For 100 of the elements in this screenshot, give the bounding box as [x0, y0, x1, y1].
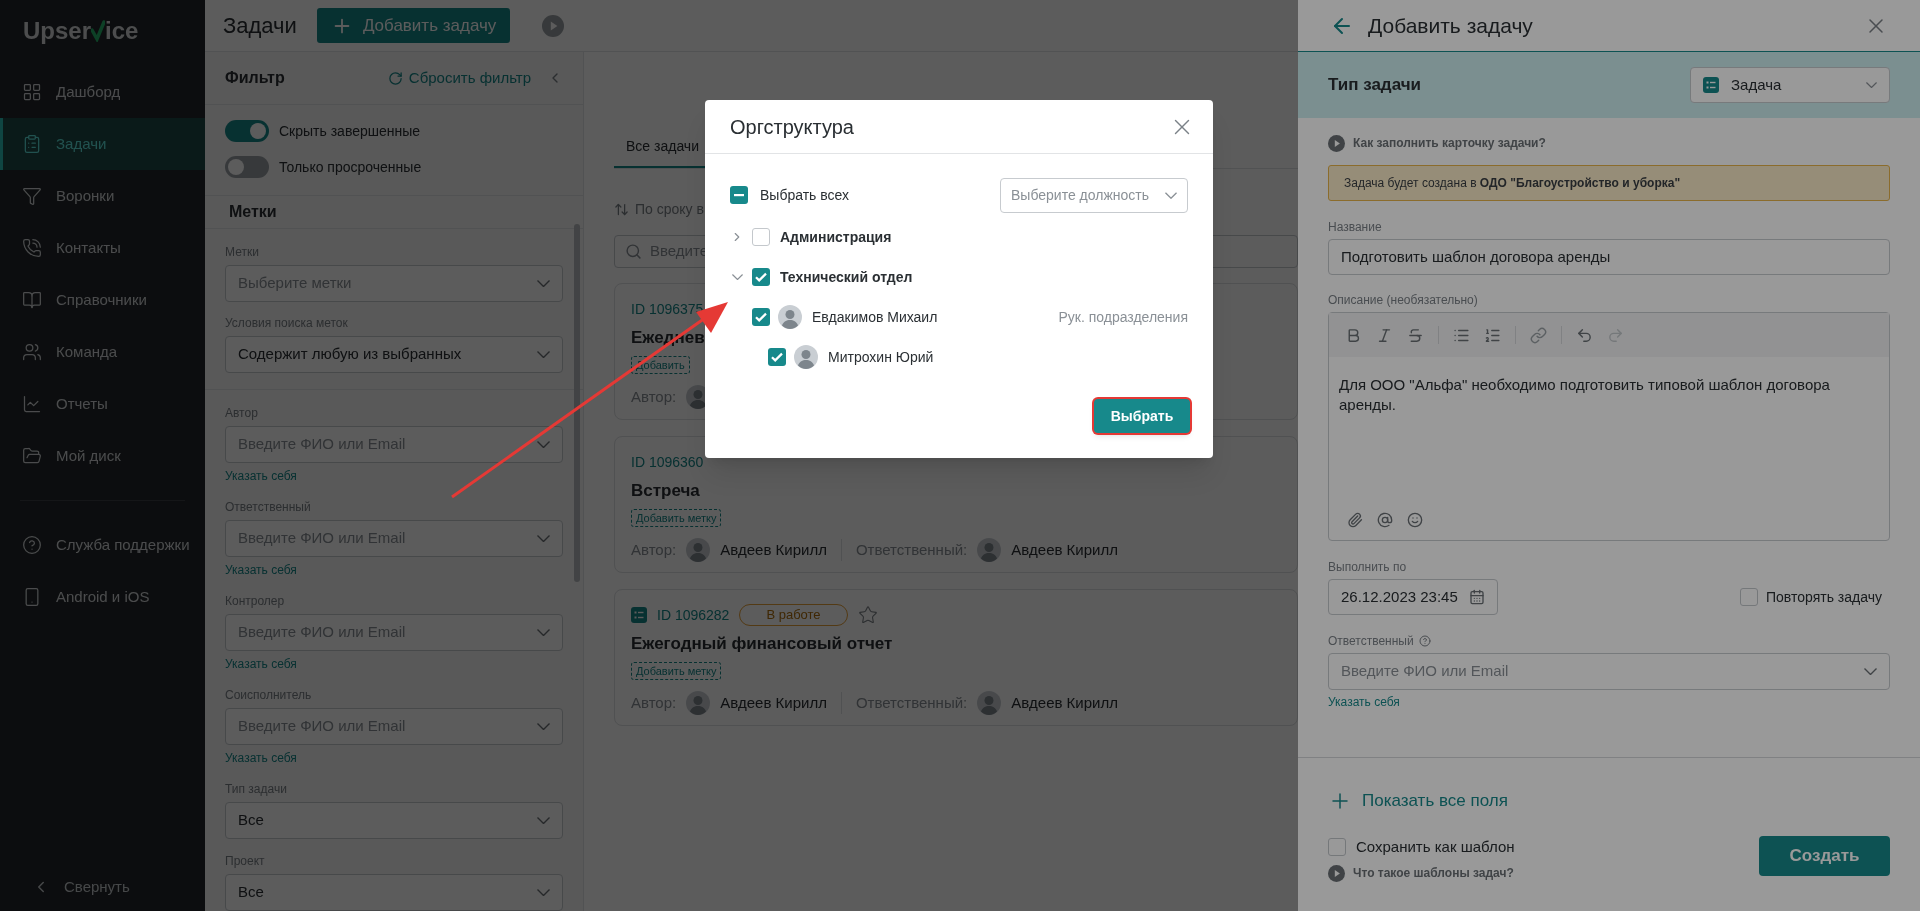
- chevron-down-icon: [537, 889, 550, 896]
- reset-icon: [387, 70, 403, 86]
- checkbox[interactable]: [768, 348, 786, 366]
- field-label: Название: [1328, 219, 1383, 236]
- nav-icon: [22, 394, 42, 414]
- task-title[interactable]: Встреча: [631, 478, 1281, 504]
- format-icon[interactable]: [1376, 326, 1393, 344]
- add-task-button[interactable]: Добавить задачу: [316, 8, 511, 43]
- nav-icon: [22, 186, 42, 206]
- notice: Задача будет создана в ОДО "Благоустройство и уборка": [1328, 165, 1890, 201]
- task-id: ID 1096282: [657, 605, 730, 625]
- field-label: Выполнить по: [1328, 559, 1408, 576]
- mention-icon[interactable]: [1377, 512, 1393, 528]
- toggle-switch[interactable]: [225, 156, 269, 178]
- link-icon[interactable]: [1530, 326, 1547, 344]
- name-field[interactable]: Подготовить шаблон договора аренды: [1328, 239, 1890, 275]
- star-icon[interactable]: [857, 605, 878, 625]
- help-link[interactable]: Что такое шаблоны задач?: [1353, 864, 1514, 882]
- format-icon[interactable]: [1407, 326, 1424, 344]
- avatar-icon: [778, 305, 802, 329]
- create-button[interactable]: Создать: [1759, 835, 1890, 876]
- checkbox[interactable]: [1328, 837, 1346, 856]
- avatar-icon: [977, 691, 1002, 715]
- scrollbar[interactable]: [574, 224, 580, 582]
- position-select[interactable]: Выберите должность: [1000, 177, 1188, 213]
- select-field[interactable]: Все: [225, 874, 563, 911]
- chevron-down-icon: [1866, 82, 1877, 88]
- list-icon[interactable]: [1484, 326, 1501, 344]
- sort-icon: [614, 201, 629, 217]
- drawer-title: Добавить задачу: [1368, 12, 1534, 39]
- task-id: ID 1096375: [631, 299, 704, 319]
- department-name: Технический отдел: [780, 267, 914, 287]
- task-type-select[interactable]: Задача: [1690, 67, 1890, 103]
- employee-name: Митрохин Юрий: [828, 347, 935, 367]
- avatar-icon: [686, 538, 711, 562]
- help-link[interactable]: Как заполнить карточку задачи?: [1353, 134, 1546, 152]
- undo-icon[interactable]: [1576, 326, 1593, 344]
- checkbox[interactable]: [752, 268, 770, 286]
- select-field[interactable]: Все: [225, 802, 563, 839]
- responsible-name: Авдеев Кирилл: [1011, 539, 1118, 560]
- avatar-icon: [977, 538, 1002, 562]
- toggle-label: Только просроченные: [279, 157, 422, 177]
- nav-icon: [22, 446, 42, 466]
- checkbox[interactable]: [752, 308, 770, 326]
- avatar-icon: [686, 691, 711, 715]
- date-field[interactable]: 26.12.2023 23:45: [1328, 579, 1498, 615]
- assign-self-link[interactable]: Указать себя: [225, 655, 297, 673]
- avatar-icon: [794, 345, 818, 369]
- play-icon[interactable]: [542, 14, 565, 37]
- checkbox[interactable]: [1740, 588, 1758, 606]
- help-icon[interactable]: [1418, 635, 1431, 647]
- add-tag-button[interactable]: Добавить метку: [631, 508, 722, 527]
- checkbox[interactable]: [752, 228, 770, 246]
- task-id: ID 1096360: [631, 452, 704, 472]
- chevron-down-icon: [1864, 668, 1877, 675]
- nav-icon: [22, 342, 42, 362]
- responsible-name: Авдеев Кирилл: [1011, 692, 1118, 713]
- assign-self-link[interactable]: Указать себя: [225, 749, 297, 767]
- nav-icon: [22, 82, 42, 102]
- assign-self-link[interactable]: Указать себя: [1328, 693, 1400, 711]
- select-all-label: Выбрать всех: [760, 185, 850, 205]
- description-text: Для ООО "Альфа" необходимо подготовить типовой шаблон договора аренды.: [1338, 375, 1831, 415]
- chevron-down-icon: [537, 629, 550, 636]
- description-editor[interactable]: Для ООО "Альфа" необходимо подготовить типовой шаблон договора аренды.: [1328, 312, 1890, 541]
- play-icon[interactable]: [1328, 134, 1345, 152]
- checkbox[interactable]: [730, 186, 748, 204]
- nav-icon: [22, 290, 42, 310]
- nav-icon: [22, 238, 42, 258]
- add-tag-button[interactable]: Добавить метку: [631, 661, 722, 680]
- attach-icon[interactable]: [1347, 512, 1363, 528]
- field-label: Описание (необязательно): [1328, 292, 1479, 309]
- show-all-fields-link[interactable]: Показать все поля: [1362, 788, 1508, 814]
- author-name: Авдеев Кирилл: [720, 692, 827, 713]
- chevron-down-icon: [537, 817, 550, 824]
- save-template-label: Сохранить как шаблон: [1356, 836, 1515, 857]
- logo[interactable]: Upser ice: [0, 0, 205, 62]
- author-name: Авдеев Кирилл: [720, 539, 827, 560]
- toggle-label: Скрыть завершенные: [279, 121, 421, 141]
- employee-name: Евдакимов Михаил: [812, 307, 939, 327]
- chevron-down-icon: [537, 723, 550, 730]
- select-field[interactable]: Содержит любую из выбранных: [225, 336, 563, 373]
- dialog-title: Оргструктура: [730, 114, 854, 140]
- nav-icon: [22, 535, 42, 555]
- task-type-label: Тип задачи: [1328, 74, 1421, 97]
- assign-self-link[interactable]: Указать себя: [225, 561, 297, 579]
- search-icon: [625, 243, 642, 260]
- play-icon[interactable]: [1328, 864, 1345, 882]
- reset-filter-link[interactable]: Сбросить фильтр: [387, 66, 531, 90]
- emoji-icon[interactable]: [1407, 512, 1423, 528]
- task-type-icon: [1703, 77, 1719, 93]
- responsible-select[interactable]: Введите ФИО или Email: [1328, 653, 1890, 690]
- nav-icon: [22, 134, 42, 154]
- chevron-down-icon: [537, 441, 550, 448]
- chevron-down-icon: [537, 351, 550, 358]
- assign-self-link[interactable]: Указать себя: [225, 467, 297, 485]
- select-button[interactable]: Выбрать: [1094, 399, 1190, 433]
- task-title[interactable]: Ежегодный финансовый отчет: [631, 631, 1281, 657]
- toggle-switch[interactable]: [225, 120, 269, 142]
- page-title: Задачи: [223, 12, 297, 40]
- department-name: Администрация: [780, 227, 893, 247]
